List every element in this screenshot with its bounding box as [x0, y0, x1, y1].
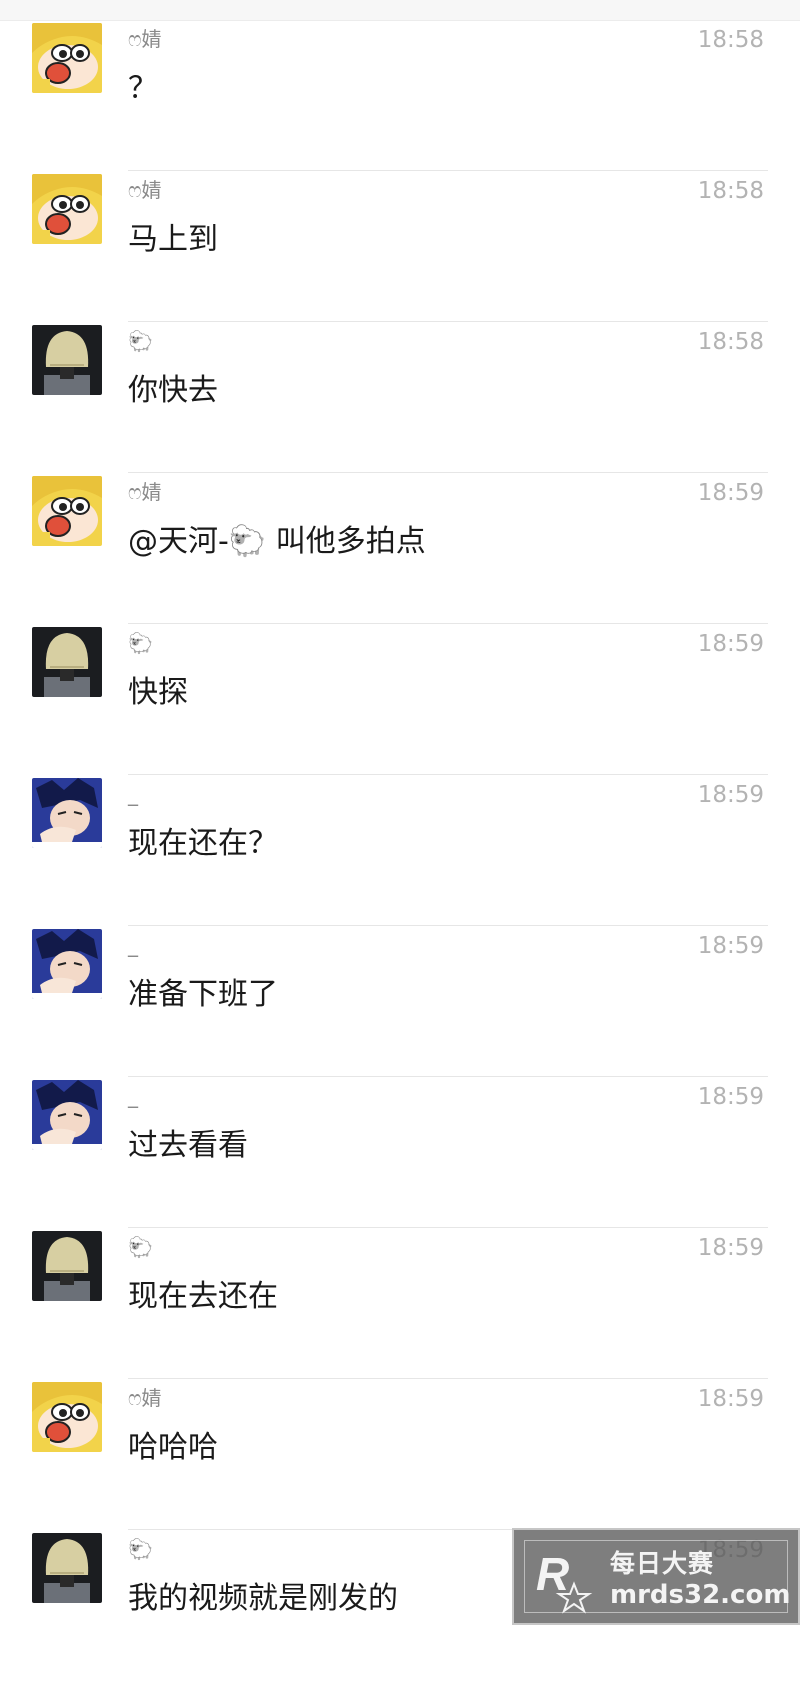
watermark-logo-icon: R	[536, 1548, 593, 1614]
message-text: @天河-🐑 叫他多拍点	[128, 524, 426, 559]
message-row[interactable]: 🐑 18:59 快探	[0, 624, 800, 775]
sender-name: ෆ婧	[128, 27, 162, 51]
sender-name: 🐑	[128, 1537, 153, 1561]
crayon-shin-chan-avatar[interactable]	[32, 476, 102, 546]
message-row[interactable]: ෆ婧 18:59 哈哈哈	[0, 1379, 800, 1530]
crayon-shin-chan-avatar[interactable]	[32, 23, 102, 93]
message-text: 现在去还在	[128, 1279, 278, 1314]
anime-boy-avatar[interactable]	[32, 929, 102, 999]
sender-name: _	[128, 1084, 138, 1108]
message-time: 18:58	[697, 27, 764, 53]
message-text: 准备下班了	[128, 977, 278, 1012]
message-row[interactable]: _ 18:59 现在还在？	[0, 775, 800, 926]
message-text: 快探	[128, 675, 188, 710]
sender-name: 🐑	[128, 329, 153, 353]
anime-boy-avatar[interactable]	[32, 1080, 102, 1150]
message-text: 马上到	[128, 222, 218, 257]
sender-name: _	[128, 933, 138, 957]
crayon-shin-chan-avatar[interactable]	[32, 174, 102, 244]
sender-name: ෆ婧	[128, 1386, 162, 1410]
message-time: 18:59	[697, 782, 764, 808]
message-text: 你快去	[128, 373, 218, 408]
blonde-hair-avatar[interactable]	[32, 325, 102, 395]
message-time: 18:58	[697, 329, 764, 355]
message-time: 18:59	[697, 480, 764, 506]
watermark-domain: mrds32.com	[610, 1580, 791, 1610]
blonde-hair-avatar[interactable]	[32, 1231, 102, 1301]
crayon-shin-chan-avatar[interactable]	[32, 1382, 102, 1452]
message-list: ෆ婧 18:58 ？ ෆ婧 18:58 马上到 🐑 18:58 你快去 ෆ婧 18:59 @天河-🐑 …	[0, 20, 800, 1681]
sender-name: _	[128, 782, 138, 806]
message-row[interactable]: ෆ婧 18:58 ？	[0, 20, 800, 171]
message-text: 哈哈哈	[128, 1430, 218, 1465]
message-time: 18:58	[697, 178, 764, 204]
message-text: ？	[128, 71, 158, 106]
message-time: 18:59	[697, 1084, 764, 1110]
message-time: 18:59	[697, 933, 764, 959]
message-row[interactable]: _ 18:59 过去看看	[0, 1077, 800, 1228]
message-time: 18:59	[697, 1386, 764, 1412]
anime-boy-avatar[interactable]	[32, 778, 102, 848]
top-bar	[0, 0, 800, 21]
blonde-hair-avatar[interactable]	[32, 1533, 102, 1603]
sender-name: 🐑	[128, 631, 153, 655]
message-text: 现在还在？	[128, 826, 278, 861]
watermark-logo-letter: R	[536, 1548, 569, 1600]
watermark-title: 每日大赛	[610, 1549, 715, 1578]
sender-name: ෆ婧	[128, 480, 162, 504]
sender-name: 🐑	[128, 1235, 153, 1259]
message-time: 18:59	[697, 631, 764, 657]
message-text: 我的视频就是刚发的	[128, 1581, 398, 1616]
sender-name: ෆ婧	[128, 178, 162, 202]
message-row[interactable]: 🐑 18:58 你快去	[0, 322, 800, 473]
blonde-hair-avatar[interactable]	[32, 627, 102, 697]
message-row[interactable]: _ 18:59 准备下班了	[0, 926, 800, 1077]
message-text: 过去看看	[128, 1128, 248, 1163]
message-row[interactable]: ෆ婧 18:58 马上到	[0, 171, 800, 322]
message-row[interactable]: ෆ婧 18:59 @天河-🐑 叫他多拍点	[0, 473, 800, 624]
watermark: R 每日大赛 mrds32.com	[512, 1528, 800, 1625]
message-time: 18:59	[697, 1235, 764, 1261]
message-row[interactable]: 🐑 18:59 现在去还在	[0, 1228, 800, 1379]
